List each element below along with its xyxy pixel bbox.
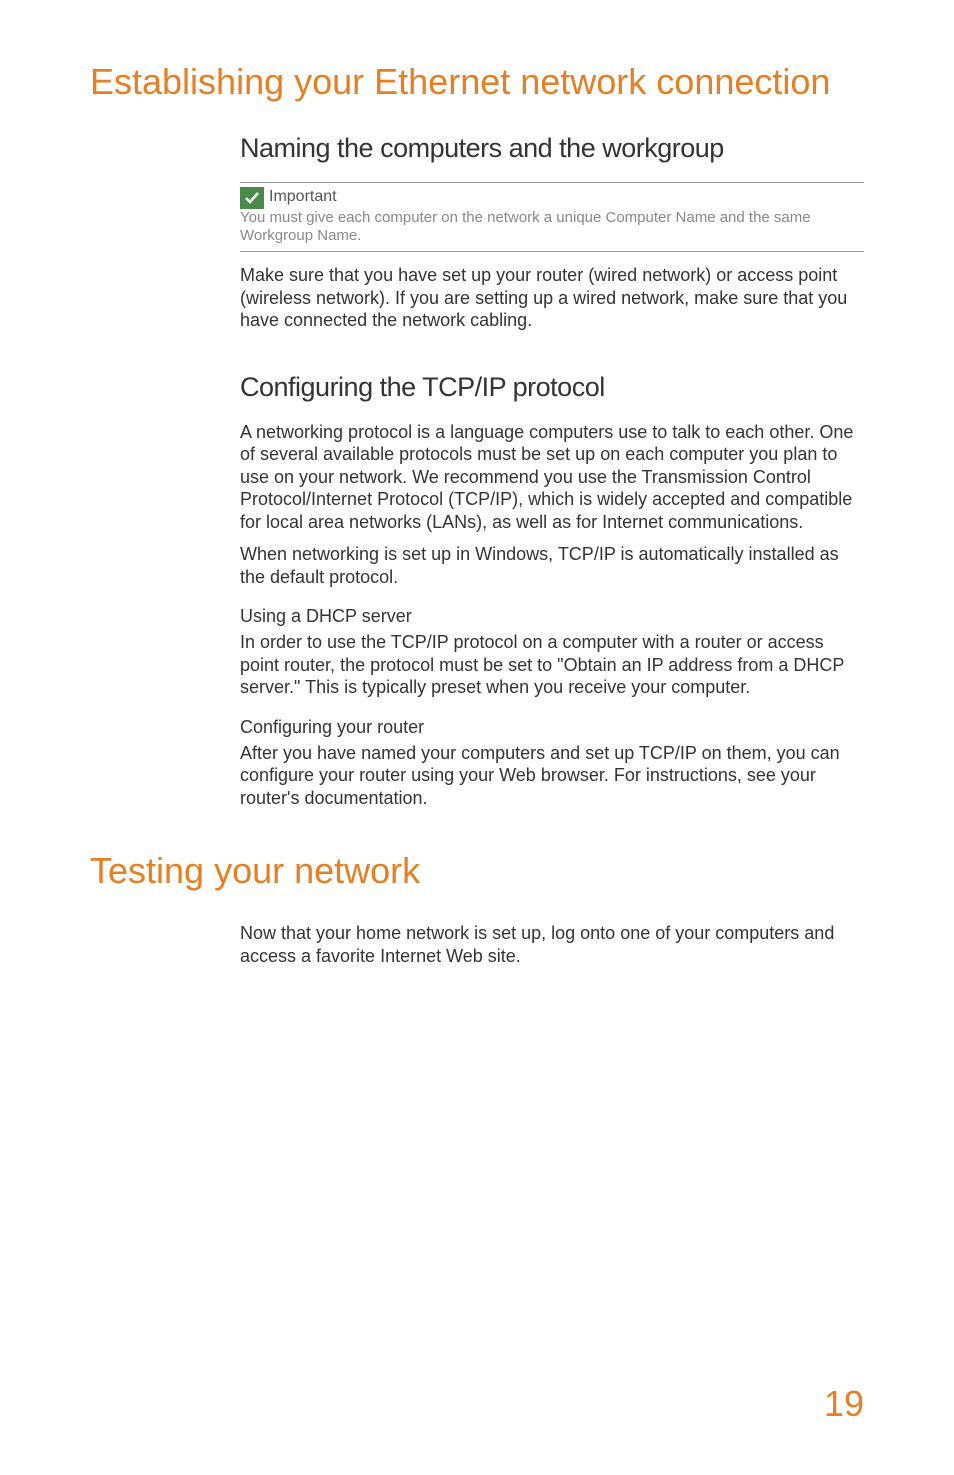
subsection-tcpip: Configuring the TCP/IP protocol A networ… [240,372,864,810]
sub-heading-dhcp: Using a DHCP server [240,606,864,627]
page-number: 19 [824,1383,864,1425]
body-text-dhcp: In order to use the TCP/IP protocol on a… [240,631,864,699]
body-text-naming: Make sure that you have set up your rout… [240,264,864,332]
subsection-naming: Naming the computers and the workgroup I… [240,133,864,332]
subsection-testing: Now that your home network is set up, lo… [240,922,864,967]
subsection-title-tcpip: Configuring the TCP/IP protocol [240,372,864,403]
important-callout: Important You must give each computer on… [240,182,864,252]
important-label: Important [269,188,337,205]
body-text-tcpip-1: A networking protocol is a language comp… [240,421,864,534]
important-text: You must give each computer on the netwo… [240,209,811,244]
body-text-router: After you have named your computers and … [240,742,864,810]
checkmark-icon [240,187,264,209]
section-title-establishing: Establishing your Ethernet network conne… [90,60,864,103]
subsection-title-naming: Naming the computers and the workgroup [240,133,864,164]
body-text-testing: Now that your home network is set up, lo… [240,922,864,967]
body-text-tcpip-2: When networking is set up in Windows, TC… [240,543,864,588]
sub-heading-router: Configuring your router [240,717,864,738]
section-title-testing: Testing your network [90,849,864,892]
